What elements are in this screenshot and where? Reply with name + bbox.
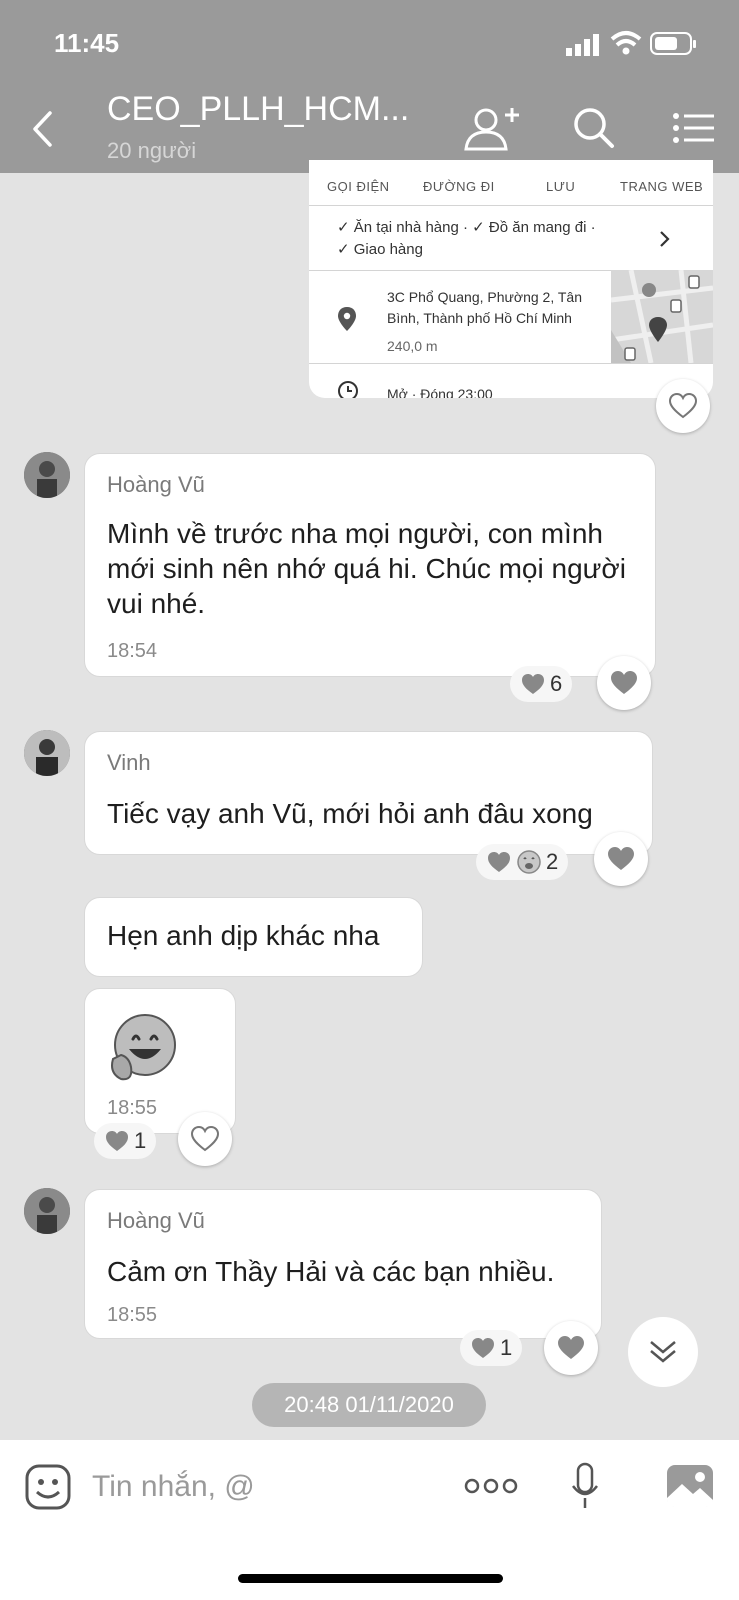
service-options-line2: ✓ Giao hàng — [337, 241, 423, 258]
member-count[interactable]: 20 người — [107, 138, 196, 164]
place-distance: 240,0 m — [387, 338, 438, 354]
avatar-photo — [24, 730, 70, 776]
image-icon[interactable] — [666, 1464, 714, 1508]
message-text: Hẹn anh dịp khác nha — [107, 920, 380, 951]
action-call[interactable]: GỌI ĐIỆN — [327, 179, 390, 194]
search-icon[interactable] — [572, 106, 616, 150]
message-text: Tiếc vạy anh Vũ, mới hỏi anh đâu xong — [107, 798, 593, 829]
message-time: 18:55 — [107, 1304, 158, 1326]
crying-emoji-icon — [517, 850, 541, 874]
reaction-count: 6 — [550, 671, 563, 696]
status-time: 11:45 — [54, 28, 120, 58]
avatar[interactable] — [24, 452, 70, 498]
sender-name: Hoàng Vũ — [107, 472, 205, 497]
reaction-count: 2 — [546, 849, 559, 874]
wifi-icon — [610, 31, 642, 55]
reaction-summary[interactable]: 2 — [476, 844, 569, 880]
location-pin-icon — [338, 307, 356, 331]
signal-icon — [566, 34, 599, 56]
reaction-count: 1 — [134, 1128, 147, 1153]
message-text: Cảm ơn Thầy Hải và các bạn nhiều. — [107, 1256, 555, 1287]
sender-name: Vinh — [107, 750, 151, 775]
heart-icon — [611, 671, 637, 694]
avatar[interactable] — [24, 730, 70, 776]
reaction-summary[interactable]: 1 — [460, 1330, 523, 1366]
date-separator: 20:48 01/11/2020 — [252, 1383, 486, 1427]
sender-name: Hoàng Vũ — [107, 1208, 205, 1233]
action-directions[interactable]: ĐƯỜNG ĐI — [423, 179, 495, 194]
message-text: Mình về trước nha mọi người, con mình mớ… — [107, 518, 626, 619]
chat-title[interactable]: CEO_PLLH_HCM... — [107, 90, 409, 129]
heart-icon — [472, 1338, 494, 1358]
place-hours: Mở · Đóng 23:00 — [387, 386, 493, 398]
react-button[interactable] — [544, 1321, 598, 1375]
more-icon[interactable] — [464, 1476, 518, 1496]
message-bubble[interactable]: Vinh Tiếc vạy anh Vũ, mới hỏi anh đâu xo… — [84, 731, 653, 855]
sticker-bubble[interactable]: 18:55 — [84, 988, 236, 1134]
avatar-photo — [24, 452, 70, 498]
place-card[interactable]: GỌI ĐIỆN ĐƯỜNG ĐI LƯU TRANG WEB ✓ Ăn tại… — [309, 160, 713, 398]
heart-icon — [608, 847, 634, 870]
heart-icon — [488, 852, 510, 872]
heart-icon — [668, 392, 698, 419]
emoji-icon[interactable] — [25, 1464, 71, 1510]
heart-icon — [522, 674, 544, 694]
battery-icon — [650, 32, 696, 55]
scroll-down-icon — [650, 1341, 676, 1363]
message-bubble[interactable]: Hoàng Vũ Mình về trước nha mọi người, co… — [84, 453, 656, 677]
divider — [309, 205, 713, 206]
message-time: 18:54 — [107, 640, 158, 662]
reaction-summary[interactable]: 6 — [510, 666, 573, 702]
service-options-line1: ✓ Ăn tại nhà hàng · ✓ Đồ ăn mang đi · — [337, 219, 596, 236]
chat-header: 11:45 CEO_PLLH_HCM... 20 người — [0, 0, 739, 173]
message-input[interactable]: Tin nhắn, @ — [92, 1470, 255, 1504]
react-button[interactable] — [597, 656, 651, 710]
heart-icon — [190, 1125, 220, 1152]
message-bubble[interactable]: Hoàng Vũ Cảm ơn Thầy Hải và các bạn nhiề… — [84, 1189, 602, 1339]
waving-smiley-sticker — [111, 1014, 176, 1081]
composer-bar: Tin nhắn, @ — [0, 1440, 739, 1600]
home-indicator — [238, 1574, 503, 1583]
back-icon[interactable] — [30, 110, 54, 148]
heart-icon — [106, 1131, 128, 1151]
clock-icon — [338, 381, 358, 398]
action-website[interactable]: TRANG WEB — [620, 179, 703, 194]
microphone-icon[interactable] — [570, 1462, 600, 1510]
map-thumbnail-icon — [610, 269, 713, 364]
avatar[interactable] — [24, 1188, 70, 1234]
add-member-icon[interactable] — [460, 104, 524, 154]
menu-icon[interactable] — [672, 112, 716, 144]
reaction-count: 1 — [500, 1335, 513, 1360]
react-button[interactable] — [656, 379, 710, 433]
message-bubble[interactable]: Hẹn anh dịp khác nha — [84, 897, 423, 977]
message-time: 18:55 — [107, 1097, 158, 1119]
scroll-down-button[interactable] — [628, 1317, 698, 1387]
action-save[interactable]: LƯU — [546, 179, 575, 194]
heart-icon — [558, 1336, 584, 1359]
mini-map[interactable] — [610, 269, 713, 364]
avatar-photo — [24, 1188, 70, 1234]
reaction-summary[interactable]: 1 — [94, 1123, 157, 1159]
react-button[interactable] — [594, 832, 648, 886]
place-address: 3C Phổ Quang, Phường 2, Tân Bình, Thành … — [387, 289, 582, 326]
divider — [309, 363, 713, 364]
chevron-right-icon[interactable] — [658, 229, 672, 249]
react-button[interactable] — [178, 1112, 232, 1166]
